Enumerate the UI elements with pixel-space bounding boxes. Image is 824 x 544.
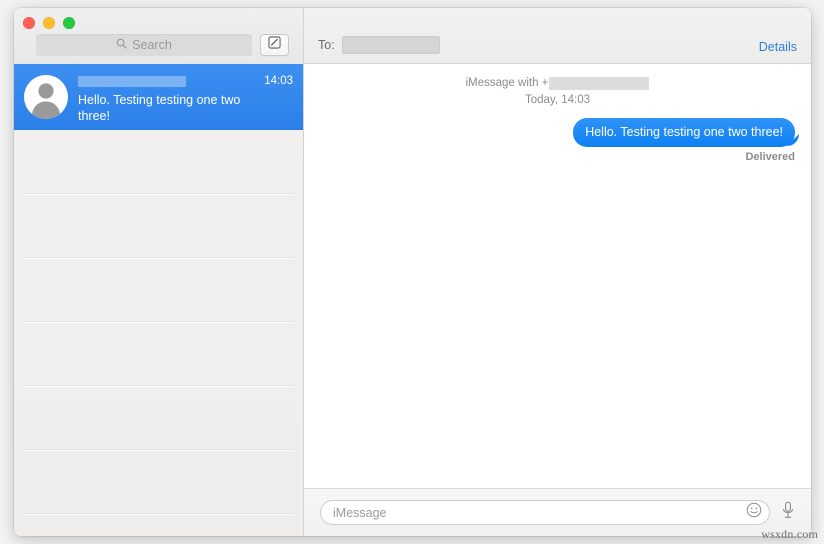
service-line-text: iMessage with + [465, 77, 549, 89]
empty-row [24, 450, 294, 514]
dictation-button[interactable] [779, 501, 797, 524]
empty-row [24, 130, 294, 194]
empty-row [24, 194, 294, 258]
search-placeholder: Search [132, 38, 172, 52]
sidebar: Search 14:03 Hello. Testing testing one … [14, 8, 304, 536]
compose-icon [268, 36, 281, 54]
sidebar-toolbar-row: Search [22, 34, 293, 56]
watermark: wsxdn.com [761, 527, 818, 541]
message-status: Delivered [745, 151, 795, 163]
to-label: To: [318, 38, 335, 52]
sidebar-toolbar: Search [14, 8, 303, 64]
conversation-header: To: Details [304, 8, 811, 64]
service-line: iMessage with + [320, 76, 795, 91]
empty-row [24, 258, 294, 322]
messages-window: Search 14:03 Hello. Testing testing one … [14, 8, 811, 536]
message-row-outgoing: Hello. Testing testing one two three! De… [573, 118, 795, 163]
thread-date: Today, 14:03 [524, 94, 590, 106]
search-input[interactable]: Search [36, 34, 252, 56]
empty-row [24, 322, 294, 386]
search-icon [116, 36, 127, 54]
thread-meta: iMessage with + Today, 14:03 [320, 76, 795, 108]
recipient-field-wrap[interactable]: To: [318, 36, 440, 54]
empty-row [24, 386, 294, 450]
contact-name-redacted [78, 75, 186, 87]
conversation-pane: To: Details iMessage with + Today, 14:03… [304, 8, 811, 536]
phone-number-redacted [549, 77, 650, 90]
message-thread: iMessage with + Today, 14:03 Hello. Test… [304, 64, 811, 488]
conversation-list[interactable]: 14:03 Hello. Testing testing one two thr… [14, 64, 303, 536]
details-button[interactable]: Details [759, 40, 797, 54]
close-button[interactable] [23, 17, 35, 29]
window-controls [23, 17, 75, 29]
avatar [24, 75, 68, 119]
message-input-placeholder: iMessage [333, 505, 387, 520]
minimize-button[interactable] [43, 17, 55, 29]
compose-button[interactable] [260, 34, 289, 56]
composer-bar: iMessage [304, 488, 811, 536]
empty-conversation-rows [14, 130, 303, 536]
conversation-item-0[interactable]: 14:03 Hello. Testing testing one two thr… [14, 64, 303, 130]
conversation-top-row: 14:03 [78, 74, 293, 88]
message-bubble[interactable]: Hello. Testing testing one two three! [573, 118, 795, 147]
smiley-icon[interactable] [746, 502, 762, 523]
conversation-body: 14:03 Hello. Testing testing one two thr… [78, 73, 293, 124]
message-input[interactable]: iMessage [320, 500, 770, 525]
microphone-icon [781, 501, 795, 524]
zoom-button[interactable] [63, 17, 75, 29]
conversation-time: 14:03 [264, 75, 293, 87]
conversation-preview: Hello. Testing testing one two three! [78, 93, 241, 123]
recipient-input-redacted[interactable] [341, 36, 440, 54]
person-icon [31, 83, 61, 119]
